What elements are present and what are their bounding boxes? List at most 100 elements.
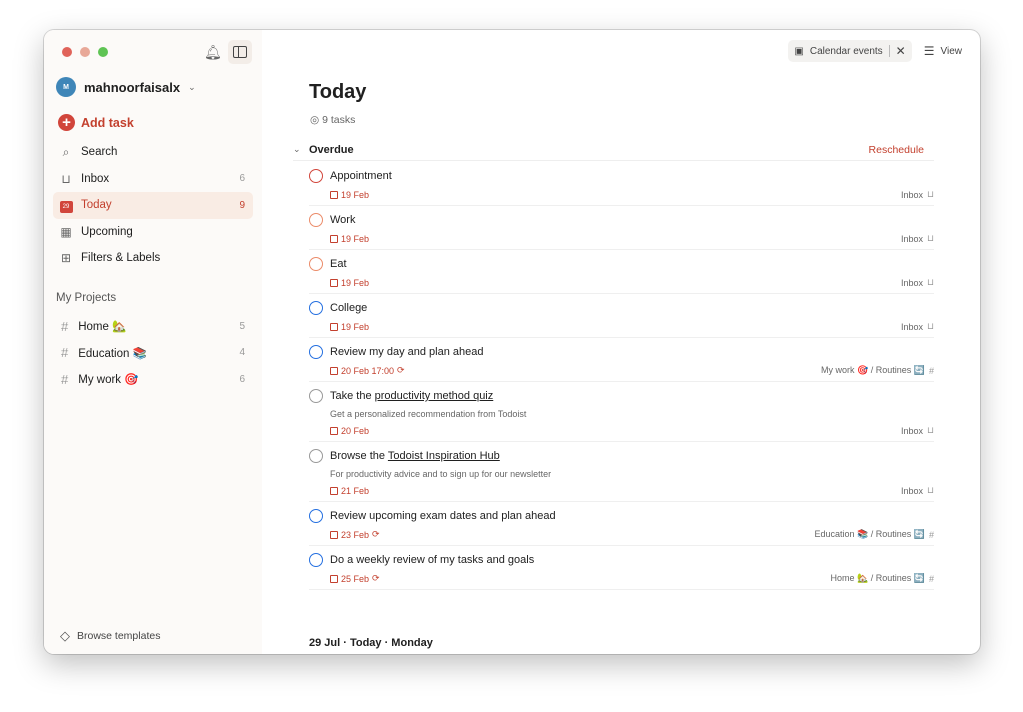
due-date[interactable]: 21 Feb bbox=[330, 486, 369, 496]
task-title-text: Eat bbox=[330, 258, 347, 270]
close-window-button[interactable] bbox=[62, 47, 72, 57]
diamond-icon: ◇ bbox=[60, 628, 70, 643]
task-title-row: Do a weekly review of my tasks and goals bbox=[309, 553, 934, 567]
item-count: 9 bbox=[239, 199, 245, 211]
task-checkbox[interactable] bbox=[309, 509, 323, 523]
task-row[interactable]: Appointment 19 Feb Inbox ⊔ bbox=[309, 162, 934, 206]
task-checkbox[interactable] bbox=[309, 213, 323, 227]
task-project[interactable]: Inbox ⊔ bbox=[901, 321, 934, 332]
calendar-icon bbox=[330, 278, 338, 287]
projects-header[interactable]: My Projects bbox=[56, 292, 116, 304]
chevron-down-icon: ⌄ bbox=[188, 81, 196, 92]
due-date[interactable]: 19 Feb bbox=[330, 322, 369, 332]
sidebar-item-inbox[interactable]: ⊔ Inbox 6 bbox=[53, 166, 253, 193]
task-checkbox[interactable] bbox=[309, 257, 323, 271]
calendar-events-chip[interactable]: ▣ Calendar events ✕ bbox=[788, 40, 912, 62]
sidebar-nav: ⌕ Search ⊔ Inbox 6 29 Today 9 ▦ Upcoming ⊞ Filters … bbox=[53, 139, 253, 272]
sidebar-item-today[interactable]: 29 Today 9 bbox=[53, 192, 253, 219]
browse-templates-label: Browse templates bbox=[77, 630, 161, 642]
project-label: Education 📚 / Routines 🔄 bbox=[814, 529, 925, 539]
sidebar-item-filters-labels[interactable]: ⊞ Filters & Labels bbox=[53, 245, 253, 272]
sidebar-project[interactable]: # My work 🎯 6 bbox=[53, 366, 253, 393]
due-date-label: 19 Feb bbox=[341, 321, 370, 332]
task-project[interactable]: Home 🏡 / Routines 🔄 # bbox=[831, 573, 934, 584]
task-title-text: Review my day and plan ahead bbox=[330, 346, 484, 358]
inbox-icon: ⊔ bbox=[926, 425, 934, 435]
due-date[interactable]: 19 Feb bbox=[330, 278, 369, 288]
reschedule-button[interactable]: Reschedule bbox=[869, 144, 924, 156]
user-menu[interactable]: M mahnoorfaisalx ⌄ bbox=[56, 77, 196, 97]
task-checkbox[interactable] bbox=[309, 345, 323, 359]
due-date-label: 20 Feb bbox=[341, 425, 370, 436]
task-checkbox[interactable] bbox=[309, 553, 323, 567]
sidebar-item-upcoming[interactable]: ▦ Upcoming bbox=[53, 219, 253, 246]
chevron-down-icon[interactable]: ⌄ bbox=[293, 144, 309, 155]
bell-icon[interactable]: 🔔︎ bbox=[204, 44, 222, 61]
hash-icon: # bbox=[928, 529, 934, 540]
grid-icon: ⊞ bbox=[60, 251, 72, 266]
task-checkbox[interactable] bbox=[309, 449, 323, 463]
avatar: M bbox=[56, 77, 76, 97]
task-row[interactable]: Review my day and plan ahead 20 Feb 17:00… bbox=[309, 338, 934, 382]
task-checkbox[interactable] bbox=[309, 389, 323, 403]
task-row[interactable]: College 19 Feb Inbox ⊔ bbox=[309, 294, 934, 338]
due-date[interactable]: 19 Feb bbox=[330, 234, 369, 244]
due-date[interactable]: 20 Feb 17:00 ⟳ bbox=[330, 365, 405, 376]
sidebar-toggle-button[interactable] bbox=[228, 40, 252, 64]
due-date[interactable]: 25 Feb ⟳ bbox=[330, 573, 380, 584]
inbox-icon: ⊔ bbox=[926, 485, 934, 495]
close-icon[interactable]: ✕ bbox=[896, 44, 906, 58]
project-label: Inbox bbox=[900, 321, 923, 332]
due-date-label: 23 Feb bbox=[341, 529, 370, 540]
window-controls bbox=[62, 47, 108, 57]
add-task-button[interactable]: + Add task bbox=[58, 114, 134, 131]
task-row[interactable]: Review upcoming exam dates and plan ahea… bbox=[309, 502, 934, 546]
task-checkbox[interactable] bbox=[309, 301, 323, 315]
app-window: 🔔︎ M mahnoorfaisalx ⌄ + Add task ⌕ Search… bbox=[44, 30, 980, 654]
task-checkbox[interactable] bbox=[309, 169, 323, 183]
due-date[interactable]: 19 Feb bbox=[330, 190, 369, 200]
sidebar-project[interactable]: # Home 🏡 5 bbox=[53, 313, 253, 340]
sidebar-item-search[interactable]: ⌕ Search bbox=[53, 139, 253, 166]
task-title: Eat bbox=[330, 258, 347, 270]
inbox-icon: ⊔ bbox=[61, 171, 71, 186]
task-row[interactable]: Eat 19 Feb Inbox ⊔ bbox=[309, 250, 934, 294]
task-project[interactable]: Inbox ⊔ bbox=[901, 425, 934, 436]
project-list: # Home 🏡 5 # Education 📚 4 # My work 🎯 6 bbox=[53, 313, 253, 393]
task-row[interactable]: Take the productivity method quiz Get a p… bbox=[309, 382, 934, 442]
task-title: Take the productivity method quiz bbox=[330, 390, 493, 402]
task-row[interactable]: Browse the Todoist Inspiration Hub For pr… bbox=[309, 442, 934, 502]
task-title-row: Review upcoming exam dates and plan ahea… bbox=[309, 509, 934, 523]
task-project[interactable]: Education 📚 / Routines 🔄 # bbox=[815, 529, 934, 540]
task-project[interactable]: Inbox ⊔ bbox=[901, 233, 934, 244]
task-row[interactable]: Work 19 Feb Inbox ⊔ bbox=[309, 206, 934, 250]
task-project[interactable]: My work 🎯 / Routines 🔄 # bbox=[821, 365, 934, 376]
maximize-window-button[interactable] bbox=[98, 47, 108, 57]
project-label: Home 🏡 / Routines 🔄 bbox=[830, 573, 925, 583]
sidebar-project[interactable]: # Education 📚 4 bbox=[53, 340, 253, 367]
main-content: ▣ Calendar events ✕ ☰ View Today ◎ 9 tas… bbox=[262, 30, 980, 654]
view-button[interactable]: ☰ View bbox=[924, 44, 962, 58]
project-count: 4 bbox=[239, 347, 245, 359]
due-date-label: 25 Feb bbox=[341, 573, 370, 584]
calendar-events-label: Calendar events bbox=[809, 45, 883, 57]
task-link[interactable]: productivity method quiz bbox=[375, 390, 494, 402]
project-count: 5 bbox=[239, 320, 245, 332]
task-title: College bbox=[330, 302, 367, 314]
task-list: Appointment 19 Feb Inbox ⊔ Work 19 Feb Inbox ⊔ E… bbox=[309, 162, 934, 590]
task-title-text: Work bbox=[330, 214, 356, 226]
task-project[interactable]: Inbox ⊔ bbox=[901, 277, 934, 288]
due-date[interactable]: 20 Feb bbox=[330, 426, 369, 436]
due-date[interactable]: 23 Feb ⟳ bbox=[330, 529, 380, 540]
task-project[interactable]: Inbox ⊔ bbox=[901, 189, 934, 200]
project-label: Inbox bbox=[900, 233, 923, 244]
task-link[interactable]: Todoist Inspiration Hub bbox=[388, 450, 500, 462]
task-row[interactable]: Do a weekly review of my tasks and goals… bbox=[309, 546, 934, 590]
browse-templates-button[interactable]: ◇ Browse templates bbox=[60, 628, 160, 644]
minimize-window-button[interactable] bbox=[80, 47, 90, 57]
task-project[interactable]: Inbox ⊔ bbox=[901, 485, 934, 496]
recurring-icon: ⟳ bbox=[397, 365, 405, 375]
recurring-icon: ⟳ bbox=[372, 529, 380, 539]
task-title-text: Do a weekly review of my tasks and goals bbox=[330, 554, 535, 566]
task-title-row: Appointment bbox=[309, 169, 934, 183]
